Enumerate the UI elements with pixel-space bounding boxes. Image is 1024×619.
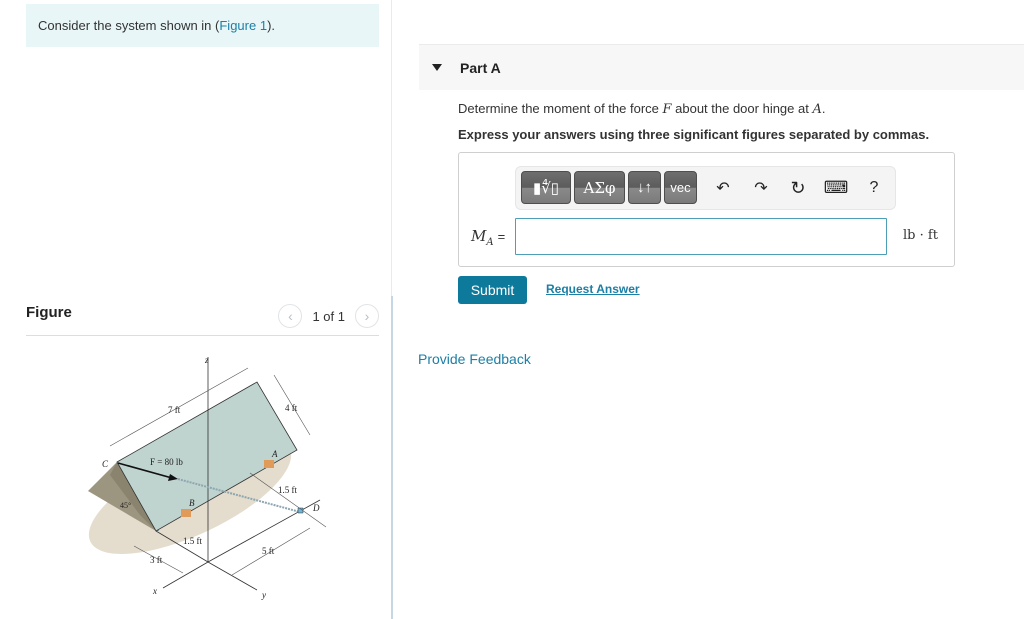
answer-box: ▮∜▯ ΑΣφ ↓↑ vec ↶ ↷ ↻ ⌨ ? MA = lb · ft bbox=[458, 152, 955, 267]
submit-button[interactable]: Submit bbox=[458, 276, 527, 304]
chevron-right-icon: › bbox=[364, 308, 370, 324]
label-x: x bbox=[152, 586, 157, 596]
unit-label: lb · ft bbox=[903, 228, 938, 243]
help-icon: ? bbox=[869, 179, 879, 196]
hinge-a bbox=[264, 460, 274, 468]
undo-icon: ↶ bbox=[716, 180, 730, 197]
collapse-caret-icon[interactable] bbox=[432, 64, 442, 71]
keyboard-button[interactable]: ⌨ bbox=[823, 177, 849, 199]
chevron-left-icon: ‹ bbox=[288, 308, 293, 324]
label-15ft-b: 1.5 ft bbox=[183, 536, 202, 546]
keyboard-icon: ⌨ bbox=[823, 178, 849, 197]
label-angle: 45° bbox=[120, 501, 131, 510]
question-point: A bbox=[812, 102, 822, 117]
label-a: A bbox=[271, 449, 278, 459]
dim-line-15ft-a bbox=[249, 472, 327, 528]
question-mid: about the door hinge at bbox=[671, 101, 813, 116]
label-4ft: 4 ft bbox=[285, 403, 298, 413]
figure-page-label: 1 of 1 bbox=[312, 308, 345, 324]
part-title: Part A bbox=[460, 60, 501, 76]
greek-symbols-button[interactable]: ΑΣφ bbox=[574, 171, 625, 204]
question-prefix: Determine the moment of the force bbox=[458, 101, 663, 116]
request-answer-link[interactable]: Request Answer bbox=[546, 282, 640, 296]
reset-button[interactable]: ↻ bbox=[787, 177, 809, 199]
templates-button[interactable]: ▮∜▯ bbox=[521, 171, 571, 204]
undo-button[interactable]: ↶ bbox=[712, 177, 734, 199]
figure-link[interactable]: Figure 1 bbox=[219, 18, 267, 33]
label-7ft: 7 ft bbox=[168, 405, 181, 415]
next-figure-button[interactable]: › bbox=[355, 304, 379, 328]
question-suffix: . bbox=[821, 101, 826, 116]
label-5ft: 5 ft bbox=[262, 546, 275, 556]
column-divider bbox=[391, 0, 392, 296]
part-a-header[interactable]: Part A bbox=[419, 44, 1024, 90]
y-axis bbox=[207, 561, 258, 591]
vector-label: vec bbox=[670, 180, 691, 195]
label-d: D bbox=[312, 503, 320, 513]
previous-figure-button[interactable]: ‹ bbox=[278, 304, 303, 328]
label-3ft: 3 ft bbox=[150, 555, 163, 565]
figure-panel-divider[interactable] bbox=[391, 296, 393, 619]
vector-button[interactable]: vec bbox=[664, 171, 697, 204]
answer-label: MA = bbox=[471, 227, 505, 248]
arrows-icon: ↓↑ bbox=[637, 179, 652, 196]
provide-feedback-link[interactable]: Provide Feedback bbox=[418, 351, 531, 367]
hinge-b bbox=[181, 509, 191, 517]
answer-label-sub: A bbox=[486, 237, 494, 248]
redo-button[interactable]: ↷ bbox=[750, 177, 772, 199]
instruction-text: Express your answers using three signifi… bbox=[458, 127, 930, 142]
templates-icon: ▮∜▯ bbox=[532, 179, 560, 197]
label-15ft-a: 1.5 ft bbox=[278, 485, 297, 495]
figure-pager: ‹ 1 of 1 › bbox=[278, 304, 379, 328]
label-z: z bbox=[204, 355, 209, 365]
greek-symbols-label: ΑΣφ bbox=[583, 178, 616, 197]
figure-title: Figure bbox=[26, 304, 72, 321]
moment-answer-input[interactable] bbox=[515, 218, 887, 255]
question-variable: F bbox=[662, 102, 672, 117]
math-toolbar: ▮∜▯ ΑΣφ ↓↑ vec ↶ ↷ ↻ ⌨ ? bbox=[515, 166, 896, 210]
intro-suffix: ). bbox=[267, 18, 276, 33]
figure-header: Figure ‹ 1 of 1 › bbox=[26, 300, 379, 336]
arrows-button[interactable]: ↓↑ bbox=[628, 171, 661, 204]
answer-label-eq: = bbox=[497, 229, 506, 244]
reset-icon: ↻ bbox=[790, 177, 806, 198]
intro-text: Consider the system shown in (Figure 1). bbox=[26, 4, 379, 47]
label-y: y bbox=[261, 590, 266, 600]
label-b: B bbox=[189, 498, 195, 508]
label-c: C bbox=[102, 459, 109, 469]
intro-prefix: Consider the system shown in ( bbox=[38, 18, 220, 33]
help-button[interactable]: ? bbox=[863, 177, 885, 199]
question-text: Determine the moment of the force F abou… bbox=[458, 101, 825, 117]
redo-icon: ↷ bbox=[754, 180, 768, 197]
answer-label-var: M bbox=[471, 227, 487, 245]
figure-diagram: z x y C A B D F = 80 lb 7 ft 4 ft 1.5 ft… bbox=[88, 355, 327, 600]
label-force: F = 80 lb bbox=[150, 457, 183, 467]
